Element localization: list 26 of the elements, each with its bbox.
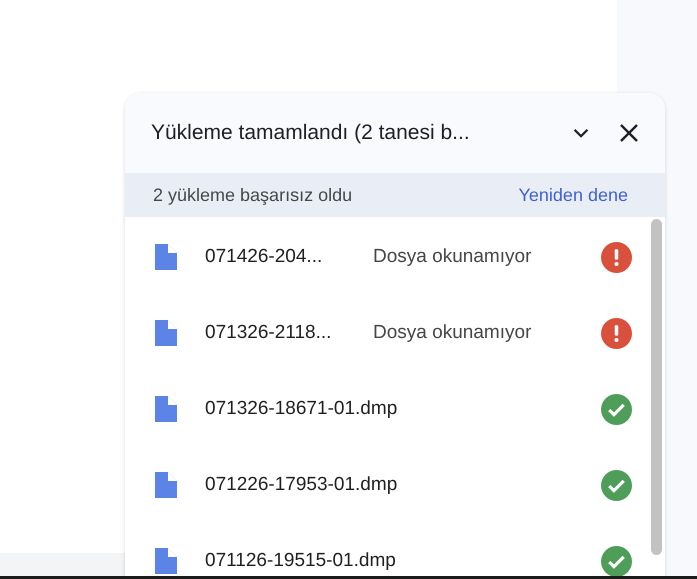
check-icon <box>601 394 632 424</box>
file-icon <box>155 396 177 422</box>
failed-message: 2 yükleme başarısız oldu <box>153 184 352 206</box>
upload-row[interactable]: 071226-17953-01.dmp <box>125 447 665 523</box>
error-icon <box>601 318 632 348</box>
file-name: 071326-18671-01.dmp <box>205 398 398 420</box>
check-icon <box>601 546 632 576</box>
retry-link[interactable]: Yeniden dene <box>518 184 628 206</box>
error-icon <box>601 242 632 272</box>
check-icon <box>601 470 632 500</box>
error-message: Dosya okunamıyor <box>373 246 532 268</box>
upload-row[interactable]: 071426-204... Dosya okunamıyor <box>125 219 665 295</box>
file-icon <box>155 244 177 270</box>
file-icon <box>155 320 177 346</box>
upload-row[interactable]: 071326-18671-01.dmp <box>125 371 665 447</box>
file-icon <box>155 548 177 574</box>
file-icon <box>155 472 177 498</box>
panel-title: Yükleme tamamlandı (2 tanesi b... <box>151 121 471 145</box>
upload-row[interactable]: 071126-19515-01.dmp <box>125 523 665 579</box>
file-name: 071426-204... <box>205 246 324 268</box>
file-name: 071126-19515-01.dmp <box>205 550 396 572</box>
file-name: 071226-17953-01.dmp <box>205 474 398 496</box>
scrollbar[interactable] <box>651 219 662 555</box>
error-message: Dosya okunamıyor <box>373 322 532 344</box>
file-name: 071326-2118... <box>205 322 332 344</box>
upload-row[interactable]: 071326-2118... Dosya okunamıyor <box>125 295 665 371</box>
